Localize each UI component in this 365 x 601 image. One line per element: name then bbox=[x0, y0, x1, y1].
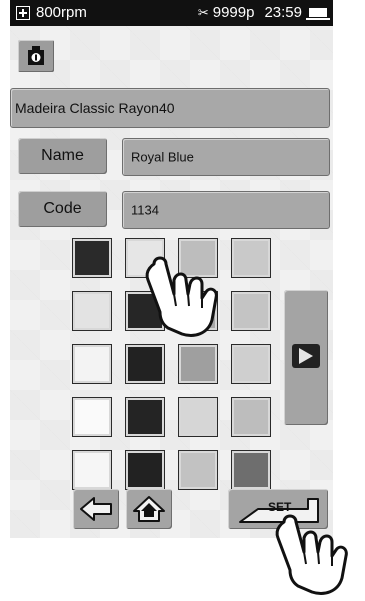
pointing-hand-icon bbox=[275, 514, 348, 595]
play-right-icon bbox=[292, 344, 320, 368]
color-swatch[interactable] bbox=[231, 450, 271, 490]
weight-icon bbox=[28, 46, 44, 65]
next-page-button[interactable] bbox=[284, 290, 328, 425]
lcd-screen: 800rpm ✂ 9999p 23:59 Madeira Classic Ray… bbox=[10, 0, 333, 538]
back-arrow-icon bbox=[80, 497, 112, 521]
color-swatch[interactable] bbox=[231, 291, 271, 331]
thread-brand: Madeira Classic Rayon40 bbox=[15, 100, 175, 116]
color-swatch[interactable] bbox=[125, 450, 165, 490]
home-icon bbox=[133, 496, 165, 522]
color-swatch[interactable] bbox=[178, 397, 218, 437]
color-swatch[interactable] bbox=[231, 344, 271, 384]
name-value: Royal Blue bbox=[131, 149, 194, 165]
stitch-count: 9999p bbox=[212, 4, 255, 21]
plus-box-icon bbox=[16, 5, 30, 20]
code-value: 1134 bbox=[131, 202, 159, 218]
home-button[interactable] bbox=[126, 489, 172, 529]
color-swatch[interactable] bbox=[72, 344, 112, 384]
code-label: Code bbox=[18, 191, 107, 227]
color-swatch[interactable] bbox=[178, 450, 218, 490]
color-swatch[interactable] bbox=[178, 344, 218, 384]
status-right: ✂ 9999p 23:59 bbox=[197, 4, 330, 21]
status-left: 800rpm bbox=[16, 4, 87, 21]
color-swatch[interactable] bbox=[72, 397, 112, 437]
color-swatch[interactable] bbox=[231, 238, 271, 278]
name-field: Royal Blue bbox=[122, 138, 330, 176]
name-label: Name bbox=[18, 138, 107, 174]
needle-icon: ✂ bbox=[197, 4, 209, 20]
thread-weight-button[interactable] bbox=[18, 40, 54, 72]
color-swatch[interactable] bbox=[72, 450, 112, 490]
color-swatch[interactable] bbox=[231, 397, 271, 437]
status-bar: 800rpm ✂ 9999p 23:59 bbox=[10, 0, 333, 26]
color-swatch[interactable] bbox=[125, 344, 165, 384]
pointing-hand-icon bbox=[145, 256, 218, 337]
color-swatch[interactable] bbox=[72, 291, 112, 331]
color-swatch[interactable] bbox=[72, 238, 112, 278]
battery-icon bbox=[306, 8, 330, 20]
thread-brand-field: Madeira Classic Rayon40 bbox=[10, 88, 330, 128]
color-swatch[interactable] bbox=[125, 397, 165, 437]
back-button[interactable] bbox=[73, 489, 119, 529]
code-field: 1134 bbox=[122, 191, 330, 229]
clock-time: 23:59 bbox=[264, 4, 302, 21]
speed-readout: 800rpm bbox=[36, 4, 87, 21]
